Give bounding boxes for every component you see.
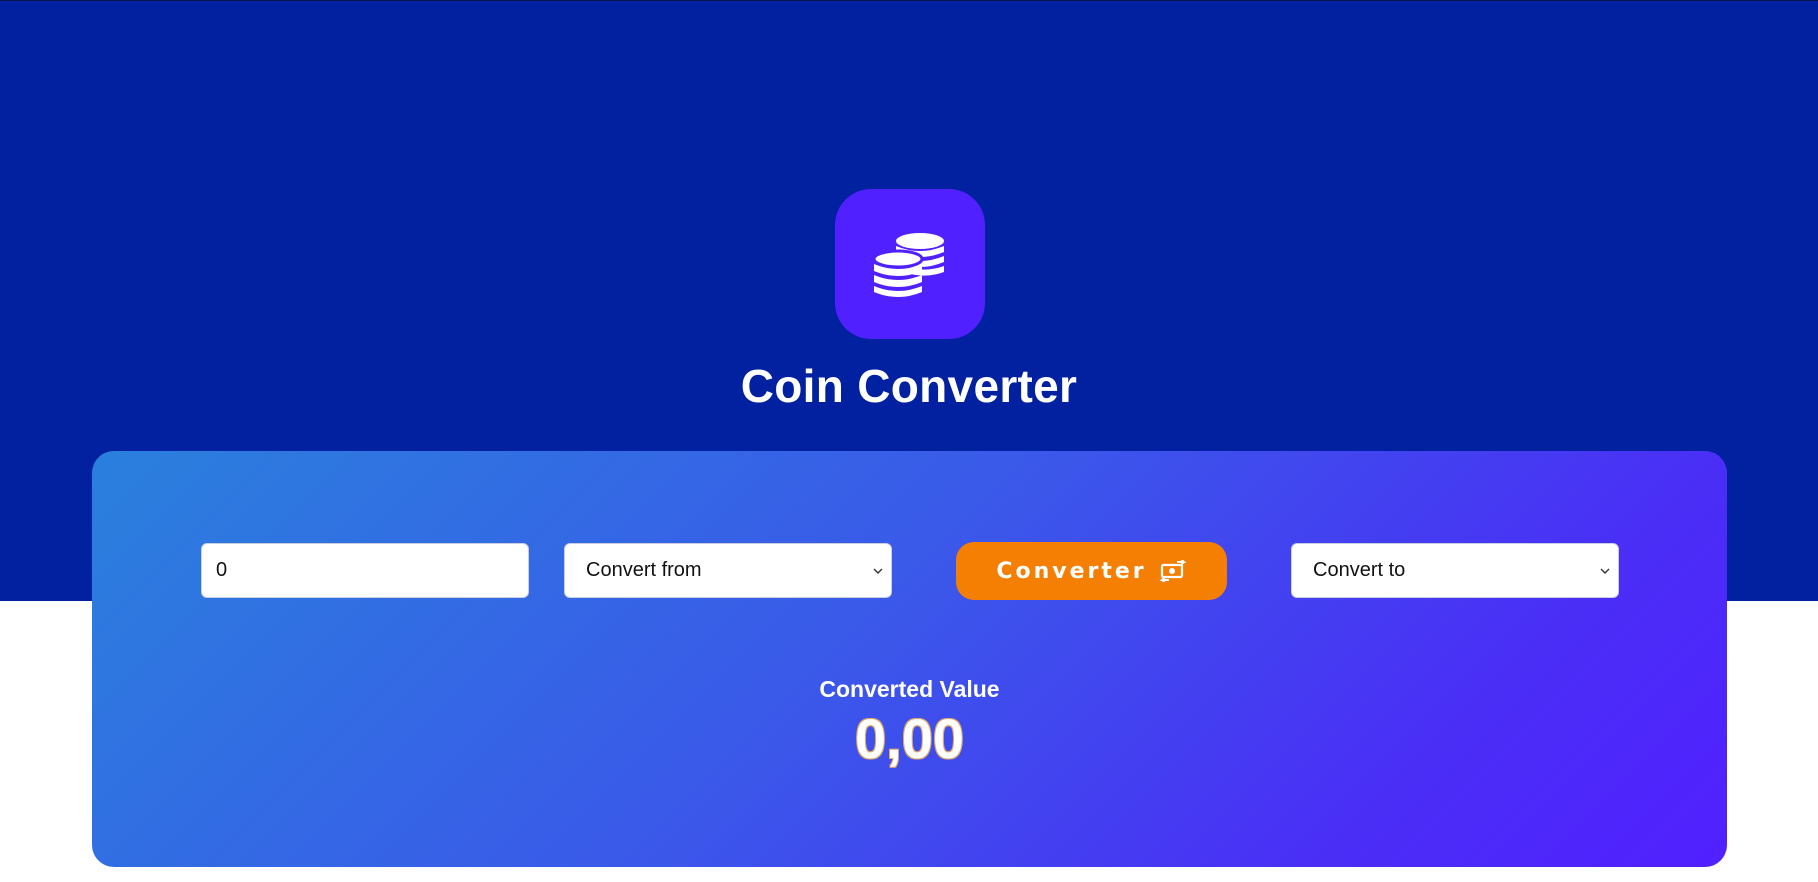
convert-to-selected-label: Convert to bbox=[1313, 559, 1406, 581]
chevron-down-icon bbox=[873, 566, 883, 576]
converted-value: 0,00 bbox=[855, 707, 964, 770]
convert-button[interactable]: Converter bbox=[956, 542, 1227, 600]
convert-button-label: Converter bbox=[996, 558, 1147, 584]
money-exchange-icon bbox=[1159, 560, 1187, 582]
convert-to-select[interactable]: Convert to bbox=[1291, 543, 1619, 598]
converter-card: Convert from Converter Convert to Conver… bbox=[92, 451, 1727, 867]
convert-from-selected-label: Convert from bbox=[586, 559, 702, 581]
logo-tile bbox=[835, 189, 985, 339]
chevron-down-icon bbox=[1600, 566, 1610, 576]
convert-from-select[interactable]: Convert from bbox=[564, 543, 892, 598]
converted-value-label: Converted Value bbox=[819, 676, 1000, 702]
amount-input[interactable] bbox=[201, 543, 529, 598]
page: Coin Converter Convert from Converter Co… bbox=[0, 0, 1818, 882]
coins-icon bbox=[872, 233, 944, 297]
page-title: Coin Converter bbox=[740, 360, 1078, 412]
